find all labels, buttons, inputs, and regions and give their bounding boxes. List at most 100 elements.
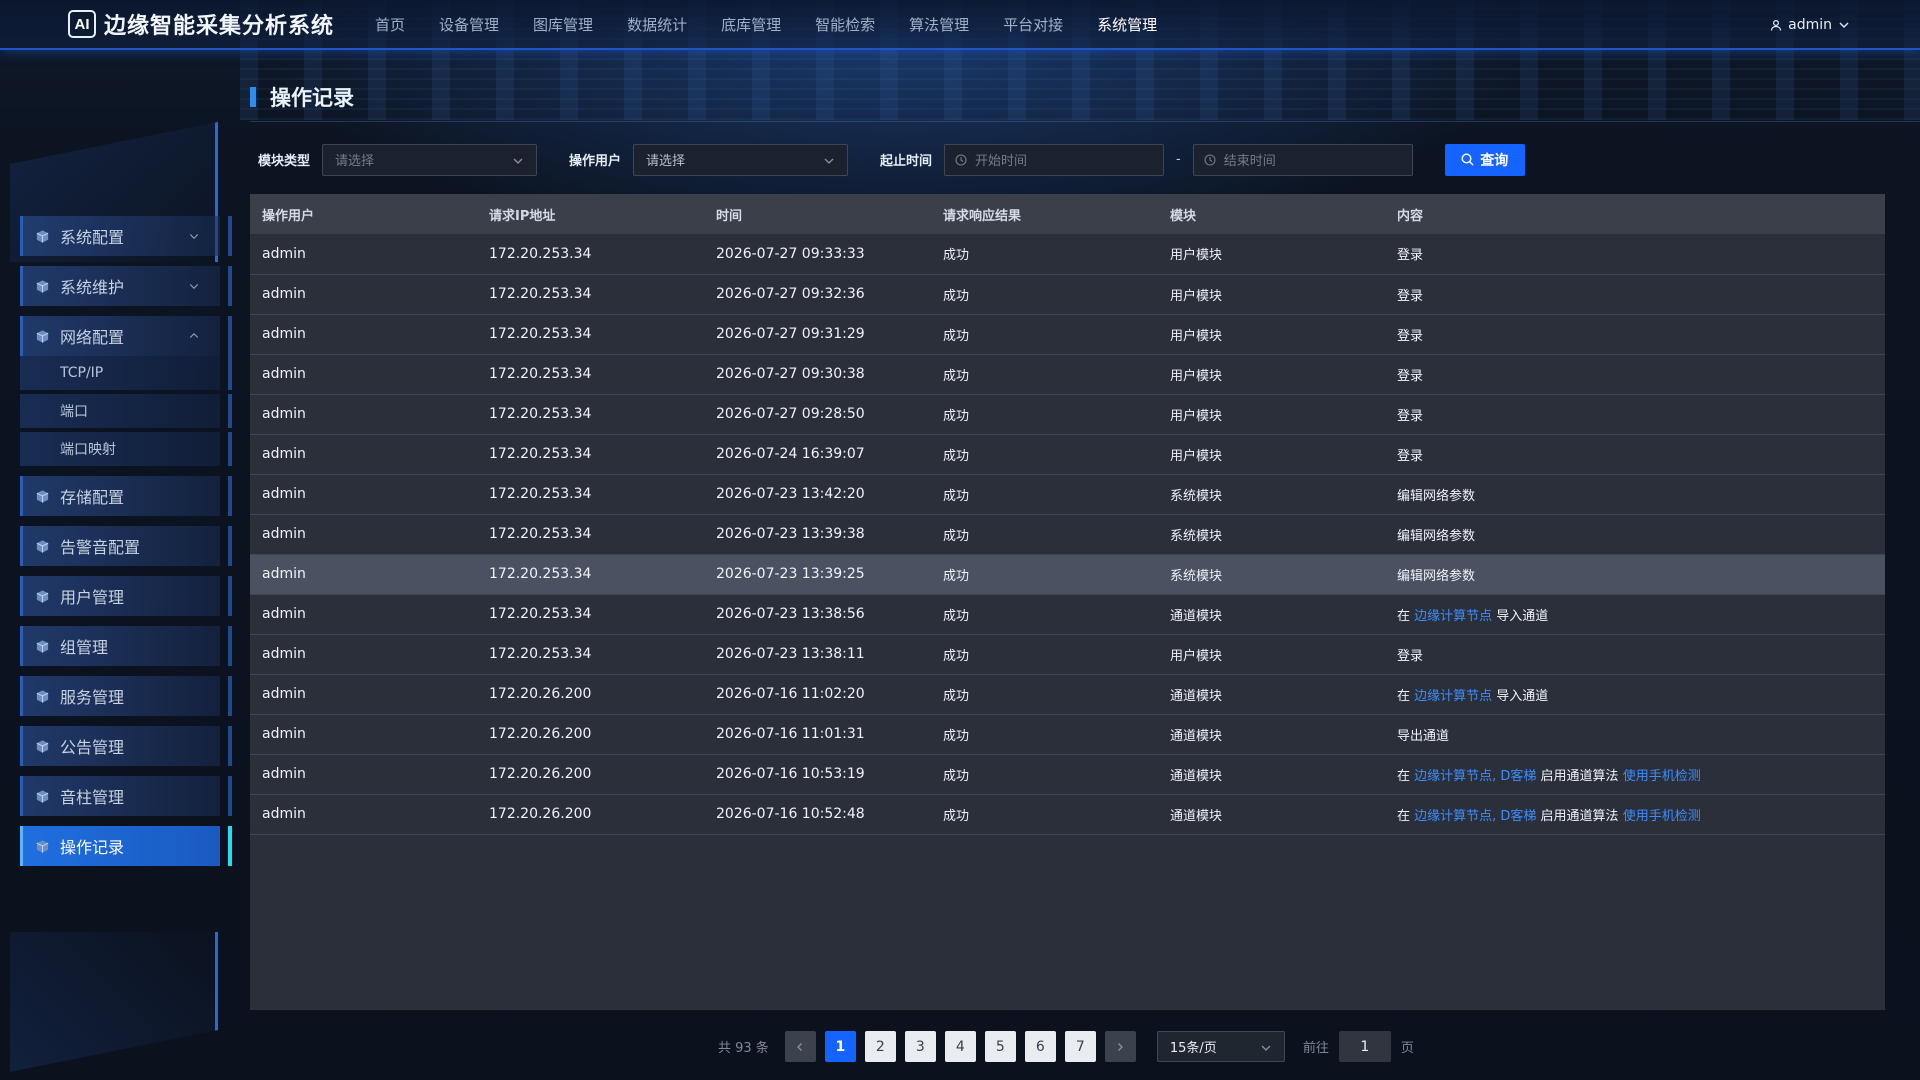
content-text: 编辑网络参数	[1397, 488, 1476, 504]
sidebar-item-10[interactable]: 操作记录	[20, 826, 232, 866]
sidebar-item-3[interactable]: 存储配置	[20, 476, 232, 516]
search-icon	[1461, 153, 1474, 166]
sidebar-subitem-1[interactable]: 端口	[20, 394, 232, 428]
cell-module: 通道模块	[1170, 728, 1223, 744]
user-menu[interactable]: admin	[1770, 0, 1850, 50]
cell-result: 成功	[943, 368, 970, 384]
page-button-2[interactable]: 2	[864, 1031, 896, 1062]
sidebar-item-6[interactable]: 组管理	[20, 626, 232, 666]
table-row[interactable]: admin 172.20.26.200 2026-07-16 10:52:48 成功 通…	[250, 794, 1885, 834]
content-text: 导入通道	[1492, 688, 1549, 704]
table-row[interactable]: admin 172.20.253.34 2026-07-27 09:30:38 成功 用…	[250, 354, 1885, 394]
operator-value: 请选择	[646, 154, 686, 169]
cell-content: 编辑网络参数	[1385, 514, 1885, 554]
cell-time: 2026-07-27 09:33:33	[716, 245, 865, 262]
content-link[interactable]: 边缘计算节点, D客梯	[1414, 809, 1536, 824]
table-row[interactable]: admin 172.20.253.34 2026-07-24 16:39:07 成功 用…	[250, 434, 1885, 474]
content-text: 登录	[1397, 288, 1424, 304]
content-link[interactable]: 边缘计算节点, D客梯	[1414, 769, 1536, 784]
cell-result: 成功	[943, 808, 970, 824]
table-row[interactable]: admin 172.20.253.34 2026-07-23 13:39:25 成功 系…	[250, 554, 1885, 594]
cell-user: admin	[262, 366, 306, 382]
page-button-4[interactable]: 4	[944, 1031, 976, 1062]
table-row[interactable]: admin 172.20.26.200 2026-07-16 11:02:20 成功 通…	[250, 674, 1885, 714]
cell-module: 系统模块	[1170, 488, 1223, 504]
sidebar-item-0[interactable]: 系统配置	[20, 216, 232, 256]
top-header: AI 边缘智能采集分析系统 首页 设备管理 图库管理 数据统计 底库管理 智能检索 算法管理…	[0, 0, 1920, 50]
page-header: 操作记录	[250, 84, 354, 110]
app-logo[interactable]: AI 边缘智能采集分析系统	[68, 8, 334, 40]
nav-item-5[interactable]: 智能检索	[798, 0, 892, 49]
operator-select[interactable]: 请选择	[633, 143, 849, 176]
page-button-7[interactable]: 7	[1064, 1031, 1096, 1062]
cell-module: 用户模块	[1170, 408, 1223, 424]
cell-ip: 172.20.26.200	[489, 726, 592, 742]
page-button-1[interactable]: 1	[824, 1031, 856, 1062]
table-row[interactable]: admin 172.20.26.200 2026-07-16 11:01:31 成功 通…	[250, 714, 1885, 754]
time-range-label: 起止时间	[880, 154, 933, 169]
next-page-button[interactable]	[1104, 1031, 1136, 1062]
nav-item-8[interactable]: 系统管理	[1080, 0, 1174, 49]
sidebar-item-5[interactable]: 用户管理	[20, 576, 232, 616]
table-body: admin 172.20.253.34 2026-07-27 09:33:33 成功用…	[250, 234, 1885, 834]
cell-result: 成功	[943, 448, 970, 464]
cell-content: 登录	[1385, 274, 1885, 314]
chevron-down-icon	[513, 158, 523, 164]
table-row[interactable]: admin 172.20.253.34 2026-07-27 09:32:36 成功 用…	[250, 274, 1885, 314]
operator-label: 操作用户	[569, 154, 622, 169]
content-link[interactable]: 边缘计算节点	[1414, 689, 1492, 704]
table-row[interactable]: admin 172.20.253.34 2026-07-23 13:38:56 成功 通…	[250, 594, 1885, 634]
prev-page-button[interactable]	[784, 1031, 816, 1062]
page-size-select[interactable]: 15条/页	[1156, 1031, 1285, 1062]
table-row[interactable]: admin 172.20.253.34 2026-07-23 13:39:38 成功 系…	[250, 514, 1885, 554]
sidebar-item-9[interactable]: 音柱管理	[20, 776, 232, 816]
cell-ip: 172.20.253.34	[489, 526, 592, 542]
table-row[interactable]: admin 172.20.26.200 2026-07-16 10:53:19 成功 通…	[250, 754, 1885, 794]
page-button-3[interactable]: 3	[904, 1031, 936, 1062]
sidebar-item-1[interactable]: 系统维护	[20, 266, 232, 306]
content-link[interactable]: 边缘计算节点	[1414, 609, 1492, 624]
module-type-select[interactable]: 请选择	[322, 143, 538, 176]
content-link[interactable]: 使用手机检测	[1623, 809, 1701, 824]
nav-item-0[interactable]: 首页	[358, 0, 422, 49]
module-type-label: 模块类型	[258, 154, 311, 169]
table-row[interactable]: admin 172.20.253.34 2026-07-27 09:33:33 成功 用…	[250, 234, 1885, 274]
sidebar-item-4[interactable]: 告警音配置	[20, 526, 232, 566]
cell-time: 2026-07-23 13:42:20	[716, 486, 865, 502]
table-row[interactable]: admin 172.20.253.34 2026-07-27 09:31:29 成功 用…	[250, 314, 1885, 354]
sidebar-item-2[interactable]: 网络配置	[20, 316, 232, 356]
column-header: 内容	[1397, 208, 1424, 224]
nav-item-2[interactable]: 图库管理	[516, 0, 610, 49]
sidebar-item-7[interactable]: 服务管理	[20, 676, 232, 716]
pagination: 共 93 条 1234567 15条/页 前往 1 页	[718, 1031, 1414, 1062]
nav-item-4[interactable]: 底库管理	[704, 0, 798, 49]
cell-time: 2026-07-23 13:38:11	[716, 646, 865, 662]
chevron-down-icon	[189, 284, 199, 290]
end-time-input[interactable]: 结束时间	[1192, 143, 1413, 176]
goto-label: 前往	[1302, 1041, 1329, 1056]
nav-item-3[interactable]: 数据统计	[610, 0, 704, 49]
goto-unit: 页	[1400, 1041, 1414, 1056]
cube-icon	[36, 739, 49, 753]
page-button-6[interactable]: 6	[1024, 1031, 1056, 1062]
query-button[interactable]: 查询	[1444, 143, 1525, 176]
table-row[interactable]: admin 172.20.253.34 2026-07-27 09:28:50 成功 用…	[250, 394, 1885, 434]
cell-ip: 172.20.253.34	[489, 245, 592, 262]
nav-item-1[interactable]: 设备管理	[422, 0, 516, 49]
content-link[interactable]: 使用手机检测	[1623, 769, 1701, 784]
nav-item-7[interactable]: 平台对接	[986, 0, 1080, 49]
page-button-5[interactable]: 5	[984, 1031, 1016, 1062]
sidebar-item-8[interactable]: 公告管理	[20, 726, 232, 766]
start-time-input[interactable]: 开始时间	[944, 143, 1165, 176]
sidebar-subitem-0[interactable]: TCP/IP	[20, 356, 232, 390]
sidebar-subitem-2[interactable]: 端口映射	[20, 432, 232, 466]
cell-user: admin	[262, 606, 306, 622]
cell-content: 登录	[1385, 314, 1885, 354]
nav-item-6[interactable]: 算法管理	[892, 0, 986, 49]
table-row[interactable]: admin 172.20.253.34 2026-07-23 13:38:11 成功 用…	[250, 634, 1885, 674]
table-row[interactable]: admin 172.20.253.34 2026-07-23 13:42:20 成功 系…	[250, 474, 1885, 514]
cell-module: 通道模块	[1170, 688, 1223, 704]
cell-time: 2026-07-16 10:52:48	[716, 806, 865, 822]
cell-content: 编辑网络参数	[1385, 554, 1885, 594]
goto-page-input[interactable]: 1	[1338, 1031, 1391, 1062]
